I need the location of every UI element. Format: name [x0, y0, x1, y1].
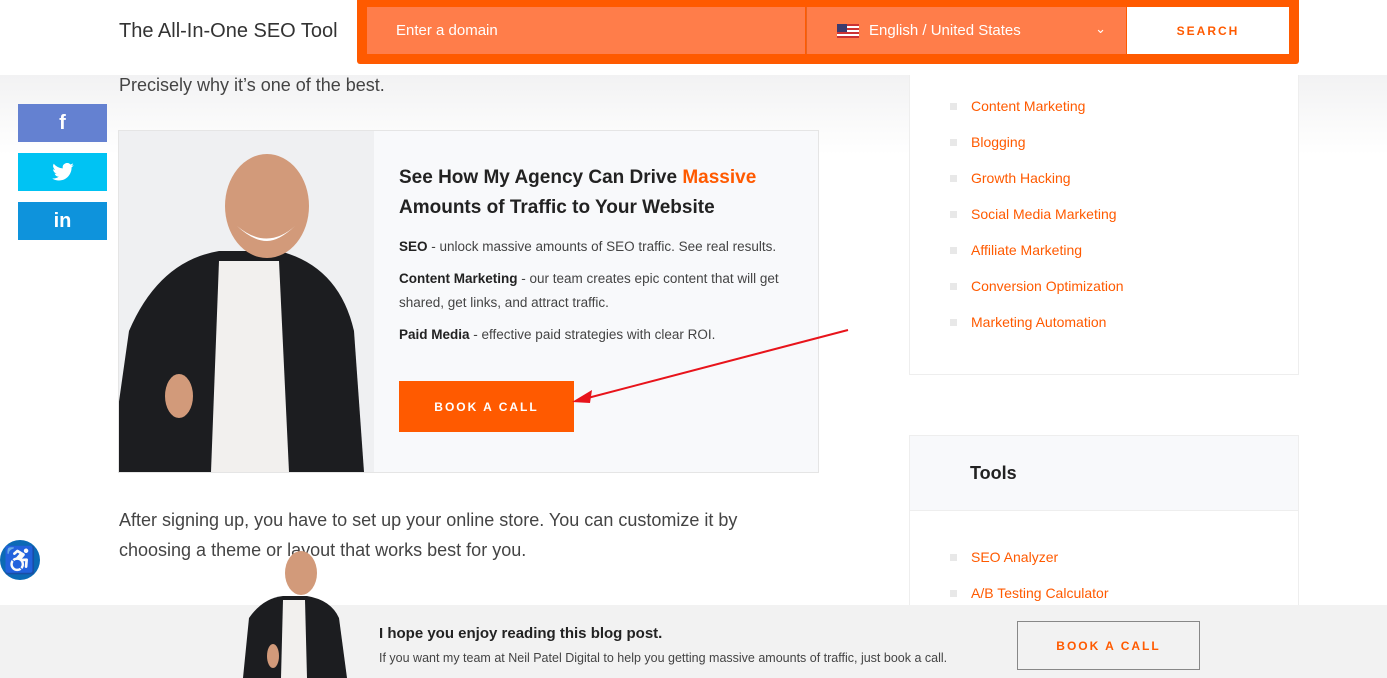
- card-title-end: Amounts of Traffic to Your Website: [399, 197, 715, 218]
- card-title-accent: Massive: [682, 167, 757, 188]
- category-link[interactable]: Conversion Optimization: [910, 268, 1298, 304]
- domain-search-bar: English / United States ⌄ SEARCH: [357, 0, 1299, 64]
- tool-link[interactable]: SEO Analyzer: [910, 539, 1298, 575]
- linkedin-share-button[interactable]: in: [18, 202, 107, 240]
- footer-title: I hope you enjoy reading this blog post.: [379, 625, 663, 642]
- category-link[interactable]: Marketing Automation: [910, 304, 1298, 340]
- service-seo: SEO - unlock massive amounts of SEO traf…: [399, 235, 799, 259]
- annotation-arrow-icon: [572, 329, 849, 403]
- service-label: Paid Media: [399, 327, 470, 342]
- intro-text: Precisely why it’s one of the best.: [119, 75, 385, 95]
- linkedin-icon: in: [53, 209, 72, 232]
- accessibility-icon[interactable]: ♿: [0, 540, 40, 580]
- tools-heading: Tools: [910, 436, 1298, 511]
- card-title-start: See How My Agency Can Drive: [399, 167, 683, 188]
- site-header: The All-In-One SEO Tool English / United…: [0, 0, 1387, 75]
- domain-input[interactable]: [367, 7, 805, 54]
- language-select[interactable]: English / United States ⌄: [806, 7, 1126, 54]
- footer-subtitle: If you want my team at Neil Patel Digita…: [379, 651, 948, 665]
- facebook-share-button[interactable]: f: [18, 104, 107, 142]
- body-paragraph: After signing up, you have to set up you…: [119, 510, 738, 560]
- language-label: English / United States: [869, 22, 1021, 39]
- book-a-call-button[interactable]: BOOK A CALL: [399, 381, 574, 432]
- facebook-icon: f: [59, 111, 66, 134]
- category-link[interactable]: Blogging: [910, 124, 1298, 160]
- service-text: - unlock massive amounts of SEO traffic.…: [427, 239, 777, 254]
- chevron-down-icon: ⌄: [1095, 21, 1106, 36]
- service-label: Content Marketing: [399, 271, 518, 286]
- service-label: SEO: [399, 239, 428, 254]
- category-link[interactable]: Affiliate Marketing: [910, 232, 1298, 268]
- blog-footer-banner: I hope you enjoy reading this blog post.…: [0, 605, 1387, 678]
- twitter-icon: [51, 163, 74, 181]
- person-illustration: [119, 154, 364, 472]
- twitter-share-button[interactable]: [18, 153, 107, 191]
- category-link[interactable]: Content Marketing: [910, 88, 1298, 124]
- brand-tagline[interactable]: The All-In-One SEO Tool: [119, 20, 338, 43]
- category-link[interactable]: Social Media Marketing: [910, 196, 1298, 232]
- search-button[interactable]: SEARCH: [1127, 7, 1289, 54]
- footer-book-a-call-button[interactable]: BOOK A CALL: [1017, 621, 1200, 670]
- service-content-marketing: Content Marketing - our team creates epi…: [399, 267, 799, 315]
- categories-box: Content Marketing Blogging Growth Hackin…: [909, 64, 1299, 375]
- agency-promo-card: See How My Agency Can Drive Massive Amou…: [118, 130, 819, 473]
- footer-person-photo: [243, 551, 347, 678]
- card-title: See How My Agency Can Drive Massive Amou…: [399, 163, 799, 223]
- category-link[interactable]: Growth Hacking: [910, 160, 1298, 196]
- agency-person-photo: [119, 131, 374, 472]
- us-flag-icon: [837, 23, 859, 38]
